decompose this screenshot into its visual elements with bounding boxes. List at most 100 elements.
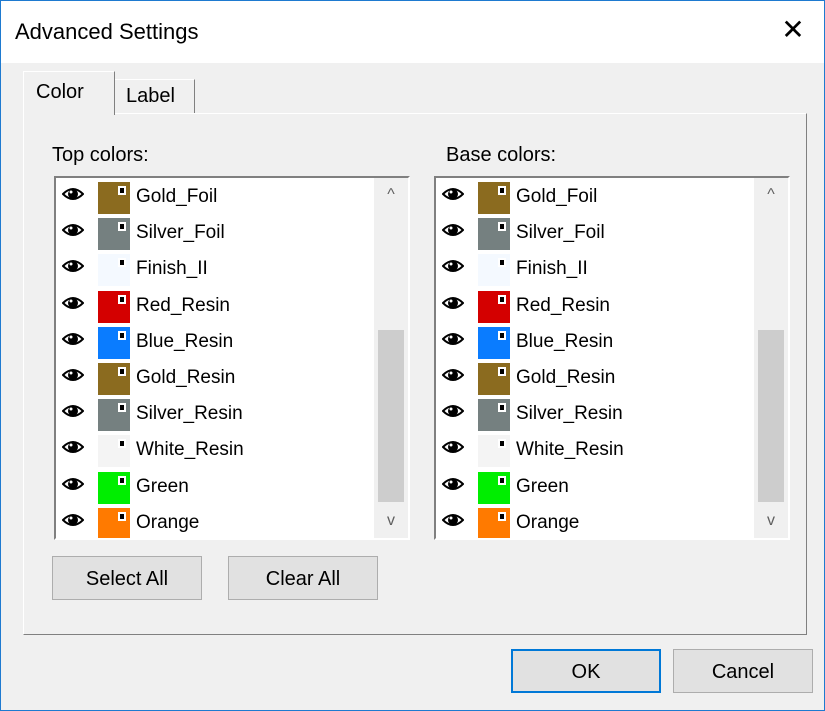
list-item[interactable]: Gold_Resin [436,361,756,397]
list-item[interactable]: Finish_II [56,252,376,288]
color-name: Red_Resin [136,294,230,316]
eye-icon[interactable] [441,255,465,277]
top-colors-scrollbar[interactable]: ^ v [374,178,408,538]
color-swatch [98,507,130,538]
eye-icon[interactable] [441,292,465,314]
close-icon[interactable]: ✕ [776,13,810,47]
scroll-down-icon[interactable]: v [754,504,788,538]
color-swatch [98,290,130,323]
ok-button[interactable]: OK [511,649,661,693]
advanced-settings-dialog: Advanced Settings ✕ Color Label Top colo… [0,0,825,711]
color-name: White_Resin [516,439,624,461]
list-item[interactable]: Silver_Resin [436,397,756,433]
list-item[interactable]: Blue_Resin [436,325,756,361]
color-name: Red_Resin [516,294,610,316]
list-item[interactable]: Green [56,470,376,506]
color-name: Gold_Resin [516,367,616,388]
eye-icon[interactable] [61,219,85,241]
color-name: Orange [516,511,580,533]
top-colors-list[interactable]: ^ v Gold_Foil Silver_Foil Finish_II Red_Res… [54,176,410,540]
eye-icon[interactable] [61,255,85,277]
eye-icon[interactable] [61,292,85,314]
color-swatch [98,182,130,214]
color-swatch [98,254,130,287]
scroll-thumb[interactable] [758,330,784,502]
list-item[interactable]: Gold_Foil [436,180,756,216]
list-item[interactable]: Finish_II [436,252,756,288]
scroll-thumb[interactable] [378,330,404,502]
eye-icon[interactable] [441,436,465,458]
color-swatch [478,399,510,432]
color-swatch [478,254,510,287]
color-swatch [98,471,130,504]
eye-icon[interactable] [61,509,85,531]
base-colors-scrollbar[interactable]: ^ v [754,178,788,538]
color-name: Silver_Resin [136,403,243,425]
color-swatch [478,182,510,214]
color-name: Silver_Resin [516,403,623,425]
color-name: Silver_Foil [516,222,605,244]
color-swatch [98,399,130,432]
color-swatch [98,326,130,359]
list-item[interactable]: Blue_Resin [56,325,376,361]
color-name: Gold_Resin [136,367,236,388]
color-swatch [478,290,510,323]
color-swatch [478,218,510,251]
color-swatch [478,435,510,468]
clear-all-button[interactable]: Clear All [228,556,378,600]
list-item[interactable]: Green [436,470,756,506]
list-item[interactable]: Orange [436,506,756,538]
base-colors-list[interactable]: ^ v Gold_Foil Silver_Foil Finish_II Red_Res… [434,176,790,540]
color-name: Finish_II [136,258,208,280]
select-all-button[interactable]: Select All [52,556,202,600]
color-swatch [478,507,510,538]
list-item[interactable]: White_Resin [436,433,756,469]
color-name: Blue_Resin [136,330,234,352]
eye-icon[interactable] [61,364,85,386]
scroll-down-icon[interactable]: v [374,504,408,538]
list-item[interactable]: Gold_Foil [56,180,376,216]
list-item[interactable]: White_Resin [56,433,376,469]
eye-icon[interactable] [61,436,85,458]
color-swatch [98,218,130,251]
eye-icon[interactable] [441,509,465,531]
list-item[interactable]: Red_Resin [56,289,376,325]
list-item[interactable]: Silver_Foil [56,216,376,252]
eye-icon[interactable] [61,400,85,422]
list-item[interactable]: Red_Resin [436,289,756,325]
eye-icon[interactable] [441,219,465,241]
eye-icon[interactable] [61,328,85,350]
color-name: Green [516,475,569,497]
color-swatch [478,326,510,359]
scroll-up-icon[interactable]: ^ [754,178,788,212]
eye-icon[interactable] [61,183,85,205]
color-name: Green [136,475,189,497]
eye-icon[interactable] [441,364,465,386]
color-name: Silver_Foil [136,222,225,244]
color-name: Gold_Foil [136,186,218,207]
color-swatch [478,363,510,395]
color-name: White_Resin [136,439,244,461]
eye-icon[interactable] [441,400,465,422]
tab-label[interactable]: Label [113,79,195,113]
color-name: Gold_Foil [516,186,598,207]
top-colors-label: Top colors: [52,144,149,166]
base-colors-label: Base colors: [446,144,557,166]
color-swatch [98,363,130,395]
eye-icon[interactable] [61,473,85,495]
cancel-button[interactable]: Cancel [673,649,813,693]
eye-icon[interactable] [441,328,465,350]
tab-color[interactable]: Color [23,71,115,115]
eye-icon[interactable] [441,473,465,495]
scroll-up-icon[interactable]: ^ [374,178,408,212]
color-name: Orange [136,511,200,533]
list-item[interactable]: Silver_Resin [56,397,376,433]
list-item[interactable]: Gold_Resin [56,361,376,397]
eye-icon[interactable] [441,183,465,205]
title-bar: Advanced Settings ✕ [1,1,824,63]
list-item[interactable]: Silver_Foil [436,216,756,252]
color-name: Finish_II [516,258,588,280]
list-item[interactable]: Orange [56,506,376,538]
color-swatch [98,435,130,468]
window-title: Advanced Settings [15,19,199,44]
